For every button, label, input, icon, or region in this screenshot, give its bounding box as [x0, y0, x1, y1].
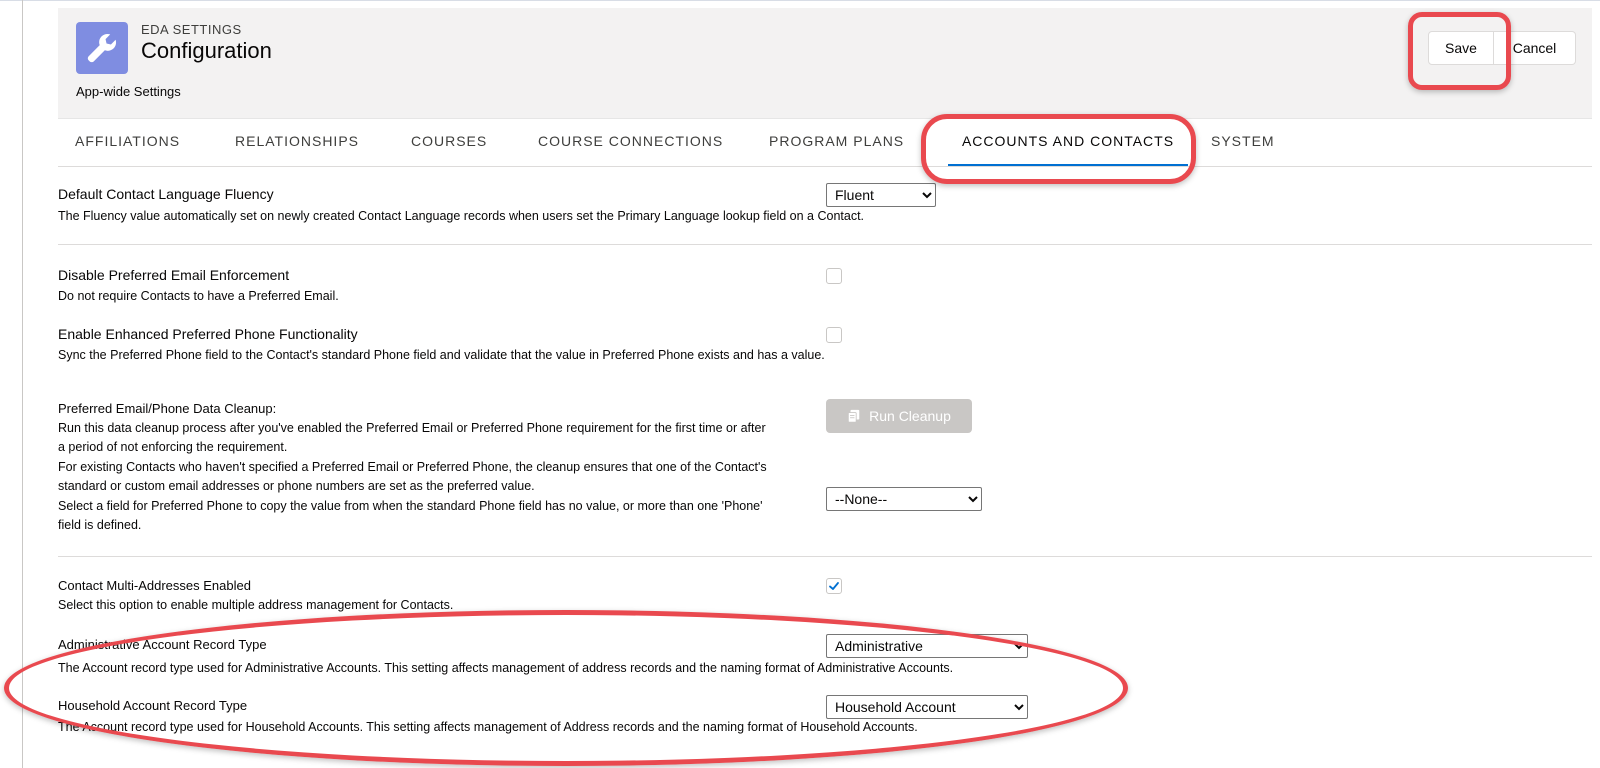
multi-address-help: Select this option to enable multiple ad… — [58, 598, 454, 612]
tab-courses[interactable]: COURSES — [411, 118, 487, 164]
disable-email-checkbox[interactable] — [826, 268, 842, 284]
enhanced-phone-checkbox[interactable] — [826, 327, 842, 343]
tab-affiliations[interactable]: AFFILIATIONS — [75, 118, 180, 164]
cancel-button[interactable]: Cancel — [1494, 31, 1576, 65]
wrench-icon — [76, 22, 128, 74]
tab-relationships[interactable]: RELATIONSHIPS — [235, 118, 359, 164]
checkmark-icon — [829, 582, 839, 590]
frame-left-border — [22, 0, 23, 768]
admin-record-type-help: The Account record type used for Adminis… — [58, 661, 954, 675]
cleanup-help-select-phone: Select a field for Preferred Phone to co… — [58, 499, 763, 532]
section-divider — [58, 556, 1592, 557]
household-record-type-help: The Account record type used for Househo… — [58, 720, 918, 734]
tab-course-connections[interactable]: COURSE CONNECTIONS — [538, 118, 723, 164]
disable-email-help: Do not require Contacts to have a Prefer… — [58, 289, 339, 303]
phone-field-select[interactable]: --None-- — [826, 487, 982, 511]
cleanup-label: Preferred Email/Phone Data Cleanup: — [58, 401, 277, 416]
settings-tabs: AFFILIATIONS RELATIONSHIPS COURSES COURS… — [58, 118, 1592, 167]
tab-accounts-and-contacts[interactable]: ACCOUNTS AND CONTACTS — [948, 118, 1188, 166]
multi-address-label: Contact Multi-Addresses Enabled — [58, 578, 251, 593]
household-record-type-select[interactable]: Household Account — [826, 695, 1028, 719]
save-button[interactable]: Save — [1428, 31, 1494, 65]
header-button-group: Save Cancel — [1428, 31, 1576, 65]
app-eyebrow: EDA SETTINGS — [141, 22, 242, 37]
frame-top-border — [0, 0, 1600, 1]
wrench-glyph — [87, 33, 117, 63]
tab-program-plans[interactable]: PROGRAM PLANS — [769, 118, 904, 164]
fluency-select[interactable]: Fluent — [826, 183, 936, 207]
fluency-help: The Fluency value automatically set on n… — [58, 209, 865, 223]
section-divider — [58, 244, 1592, 245]
page-title: Configuration — [141, 38, 272, 63]
copy-icon — [848, 409, 860, 423]
multi-address-checkbox[interactable] — [826, 578, 842, 594]
run-cleanup-label: Run Cleanup — [869, 408, 951, 424]
page-header — [58, 8, 1592, 119]
run-cleanup-button[interactable]: Run Cleanup — [826, 399, 972, 433]
cleanup-help-run: Run this data cleanup process after you'… — [58, 421, 766, 454]
tab-system[interactable]: SYSTEM — [1211, 118, 1275, 164]
household-record-type-label: Household Account Record Type — [58, 698, 248, 713]
admin-record-type-label: Administrative Account Record Type — [58, 637, 267, 652]
fluency-label: Default Contact Language Fluency — [58, 186, 274, 202]
cleanup-help-existing: For existing Contacts who haven't specif… — [58, 460, 767, 493]
disable-email-label: Disable Preferred Email Enforcement — [58, 267, 290, 283]
page-subtitle: App-wide Settings — [76, 84, 181, 99]
admin-record-type-select[interactable]: Administrative — [826, 634, 1028, 658]
enhanced-phone-help: Sync the Preferred Phone field to the Co… — [58, 348, 825, 362]
enhanced-phone-label: Enable Enhanced Preferred Phone Function… — [58, 326, 358, 342]
